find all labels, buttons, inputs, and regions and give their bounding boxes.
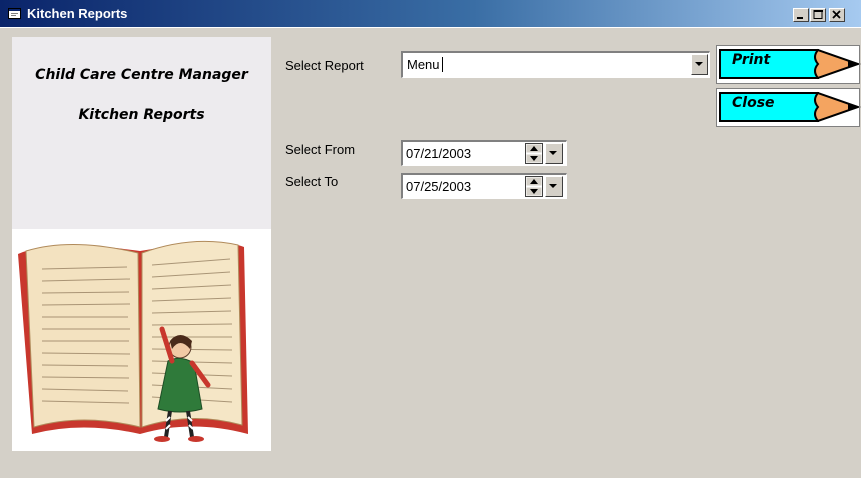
select-report-label: Select Report — [285, 58, 364, 73]
spin-arrows-icon — [526, 177, 542, 196]
print-button[interactable]: Print — [716, 45, 861, 85]
app-name: Child Care Centre Manager — [35, 67, 248, 83]
open-book-with-child-illustration — [12, 229, 271, 451]
maximize-button[interactable] — [810, 8, 826, 22]
kitchen-reports-window: Kitchen Reports Child Care Centre Manage… — [0, 0, 861, 478]
report-combobox-value: Menu — [407, 57, 440, 72]
text-caret — [441, 57, 443, 72]
select-from-label: Select From — [285, 142, 356, 157]
select-to-spin-button[interactable] — [525, 176, 543, 197]
close-button[interactable]: Close — [716, 88, 861, 128]
select-from-date-picker[interactable]: 07/21/2003 — [401, 140, 567, 166]
title-bar[interactable]: Kitchen Reports — [0, 0, 861, 28]
app-window-icon — [8, 7, 22, 20]
select-from-calendar-dropdown[interactable] — [545, 143, 563, 164]
chevron-down-icon — [549, 184, 557, 188]
close-window-button[interactable] — [829, 8, 845, 22]
select-to-date-picker[interactable]: 07/25/2003 — [401, 173, 567, 199]
select-from-date-value: 07/21/2003 — [406, 146, 472, 161]
chevron-down-icon — [695, 62, 703, 66]
select-from-spin-button[interactable] — [525, 143, 543, 164]
branding-panel: Child Care Centre Manager Kitchen Report… — [12, 37, 271, 451]
report-combobox[interactable]: Menu — [401, 51, 710, 78]
select-to-date-value: 07/25/2003 — [406, 179, 472, 194]
print-button-label: Print — [732, 52, 771, 68]
window-title: Kitchen Reports — [27, 6, 128, 21]
select-to-calendar-dropdown[interactable] — [545, 176, 563, 197]
report-dropdown-button[interactable] — [691, 54, 708, 75]
spin-arrows-icon — [526, 144, 542, 163]
panel-subtitle: Kitchen Reports — [78, 107, 205, 123]
minimize-button[interactable] — [793, 8, 809, 22]
close-button-label: Close — [732, 95, 775, 111]
select-to-label: Select To — [285, 174, 339, 189]
chevron-down-icon — [549, 151, 557, 155]
